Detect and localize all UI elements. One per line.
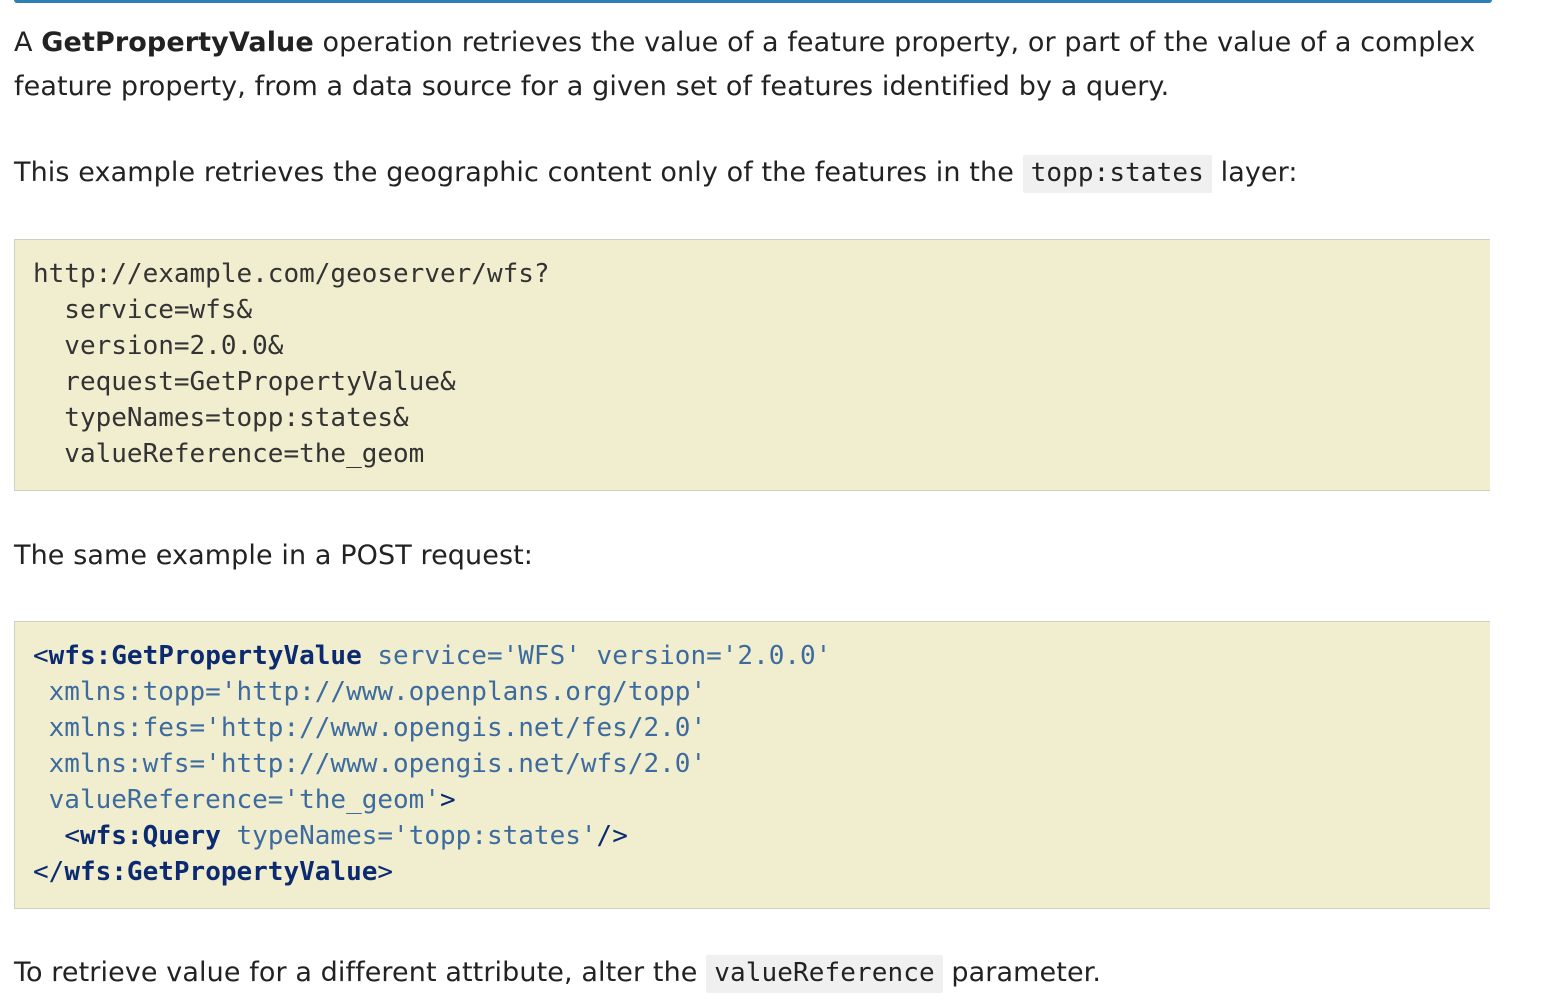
code-line: <wfs:Query typeNames='topp:states'/> bbox=[33, 818, 1490, 854]
example-intro-before: This example retrieves the geographic co… bbox=[14, 157, 1023, 188]
code-line: xmlns:topp='http://www.openplans.org/top… bbox=[33, 677, 707, 707]
code-line: typeNames=topp:states& bbox=[33, 403, 409, 433]
outro-paragraph: To retrieve value for a different attrib… bbox=[14, 951, 1101, 995]
inline-code-parameter: valueReference bbox=[706, 955, 943, 993]
code-line: xmlns:wfs='http://www.opengis.net/wfs/2.… bbox=[33, 749, 707, 779]
outro-after: parameter. bbox=[942, 957, 1102, 988]
code-line: valueReference='the_geom'> bbox=[33, 782, 1490, 818]
xml-attrs: service='WFS' version='2.0.0' bbox=[361, 641, 832, 671]
code-line: <wfs:GetPropertyValue service='WFS' vers… bbox=[33, 638, 1490, 674]
xml-indent bbox=[33, 821, 64, 851]
example-intro-after: layer: bbox=[1211, 157, 1298, 188]
intro-line1-rest: operation retrieves the value of a featu… bbox=[313, 27, 1476, 58]
xml-punct: </ bbox=[33, 857, 65, 887]
xml-punct: > bbox=[377, 857, 394, 887]
code-line: service=wfs& bbox=[33, 295, 253, 325]
post-request-code-block: <wfs:GetPropertyValue service='WFS' vers… bbox=[14, 621, 1490, 909]
xml-attrs: valueReference='the_geom' bbox=[33, 785, 440, 815]
xml-punct: < bbox=[33, 641, 49, 671]
get-request-code-block: http://example.com/geoserver/wfs? servic… bbox=[14, 239, 1490, 491]
code-line: request=GetPropertyValue& bbox=[33, 367, 456, 397]
xml-tag: wfs:Query bbox=[79, 821, 221, 851]
xml-punct: < bbox=[64, 821, 80, 851]
code-line: version=2.0.0& bbox=[33, 331, 284, 361]
intro-line2: feature property, from a data source for… bbox=[14, 71, 1170, 102]
xml-tag: wfs:GetPropertyValue bbox=[48, 641, 362, 671]
post-intro-paragraph: The same example in a POST request: bbox=[14, 540, 534, 571]
outro-before: To retrieve value for a different attrib… bbox=[14, 957, 707, 988]
code-line: xmlns:fes='http://www.opengis.net/fes/2.… bbox=[33, 713, 707, 743]
code-line: http://example.com/geoserver/wfs? bbox=[33, 259, 550, 289]
intro-lead: A bbox=[14, 27, 42, 58]
header-divider bbox=[14, 0, 1492, 3]
intro-term: GetPropertyValue bbox=[41, 27, 314, 58]
xml-punct: > bbox=[440, 785, 456, 815]
code-line: valueReference=the_geom bbox=[33, 439, 425, 469]
xml-attrs: typeNames='topp:states' bbox=[220, 821, 597, 851]
code-line: </wfs:GetPropertyValue> bbox=[33, 854, 1490, 890]
xml-tag: wfs:GetPropertyValue bbox=[64, 857, 378, 887]
xml-punct: /> bbox=[596, 821, 628, 851]
intro-paragraph: A GetPropertyValue operation retrieves t… bbox=[14, 21, 1475, 109]
inline-code-layer: topp:states bbox=[1022, 155, 1212, 193]
example-intro-paragraph: This example retrieves the geographic co… bbox=[14, 151, 1298, 195]
